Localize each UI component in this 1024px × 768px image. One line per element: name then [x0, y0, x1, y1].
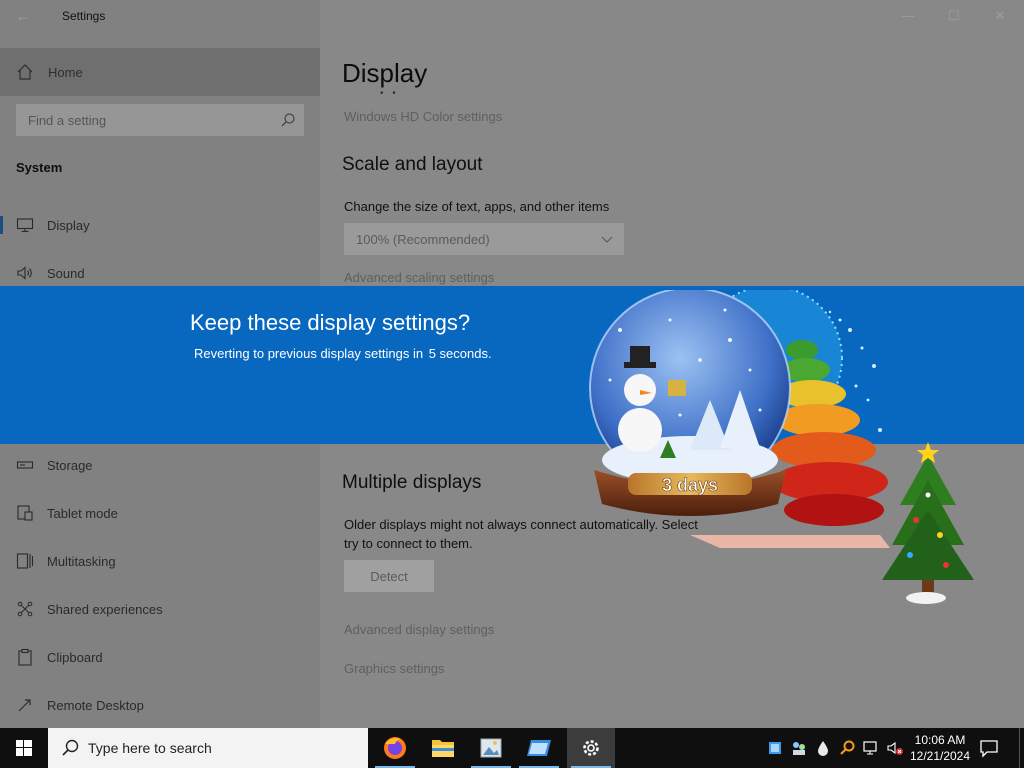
network-people-icon[interactable] — [790, 739, 808, 757]
tablet-mode-icon — [17, 505, 33, 521]
christmas-tree-decoration — [882, 442, 974, 604]
back-arrow-icon[interactable]: ← — [12, 6, 34, 28]
settings-gear-icon — [583, 740, 599, 756]
close-button[interactable]: ✕ — [980, 4, 1020, 28]
sidebar-item-label: Multitasking — [47, 554, 116, 569]
storage-icon — [16, 461, 34, 469]
advanced-scaling-link[interactable]: Advanced scaling settings — [344, 270, 494, 285]
countdown-label: 3 days — [662, 475, 718, 495]
show-desktop-button[interactable] — [1019, 728, 1024, 768]
system-clock[interactable]: 10:06 AM 12/21/2024 — [908, 732, 972, 764]
scale-dropdown-value: 100% (Recommended) — [356, 232, 490, 247]
clock-date: 12/21/2024 — [909, 749, 971, 763]
sidebar-item-label: Storage — [47, 458, 93, 473]
home-label: Home — [48, 65, 83, 80]
window-title: Settings — [62, 9, 106, 23]
start-button[interactable] — [0, 728, 48, 768]
taskbar-firefox[interactable] — [371, 728, 419, 768]
chevron-down-icon — [601, 236, 613, 243]
sidebar-item-label: Sound — [47, 266, 85, 281]
sidebar-item-label: Remote Desktop — [47, 698, 144, 713]
sidebar-item-tablet-mode[interactable]: Tablet mode — [0, 489, 320, 537]
search-icon — [62, 739, 79, 756]
sidebar-item-label: Tablet mode — [47, 506, 118, 521]
detect-button-label: Detect — [370, 569, 408, 584]
taskbar-settings[interactable] — [567, 728, 615, 768]
tray-app-icon[interactable] — [766, 739, 784, 757]
scroll-dots: • • — [380, 88, 399, 99]
notification-center-icon[interactable] — [978, 738, 1000, 758]
sidebar-item-storage[interactable]: Storage — [0, 441, 320, 489]
search-icon — [281, 113, 295, 127]
dialog-message-text: Reverting to previous display settings i… — [194, 346, 424, 361]
sidebar-item-label: Shared experiences — [47, 602, 163, 617]
taskbar-search-placeholder: Type here to search — [88, 740, 212, 756]
volume-muted-icon[interactable] — [886, 739, 904, 757]
taskbar-file-explorer[interactable] — [419, 728, 467, 768]
multiple-displays-heading: Multiple displays — [342, 472, 482, 493]
shared-experiences-icon — [17, 601, 33, 617]
detect-button[interactable]: Detect — [344, 560, 434, 592]
firefox-icon — [384, 737, 406, 759]
taskbar-window-app[interactable] — [515, 728, 563, 768]
sidebar-item-label: Clipboard — [47, 650, 103, 665]
sidebar-item-home[interactable]: Home — [0, 48, 320, 96]
taskbar-photos-app[interactable] — [467, 728, 515, 768]
scale-dropdown[interactable]: 100% (Recommended) — [344, 223, 624, 255]
sidebar-item-multitasking[interactable]: Multitasking — [0, 537, 320, 585]
monitor-icon — [16, 218, 34, 233]
window-app-icon — [527, 740, 551, 756]
advanced-display-settings-link[interactable]: Advanced display settings — [344, 622, 494, 637]
water-drop-icon[interactable] — [814, 739, 832, 757]
multiple-displays-desc-line2: try to connect to them. — [344, 536, 473, 551]
find-setting-input[interactable]: Find a setting — [16, 104, 304, 136]
clock-time: 10:06 AM — [914, 733, 966, 747]
countdown-seconds: 5 seconds. — [428, 346, 492, 361]
network-icon[interactable] — [862, 739, 880, 757]
scale-description: Change the size of text, apps, and other… — [344, 199, 610, 214]
dialog-title: Keep these display settings? — [190, 310, 471, 335]
taskbar: Type here to search 10:06 AM 12/21/2024 — [0, 728, 1024, 768]
group-title-system: System — [16, 160, 63, 175]
clipboard-icon — [18, 648, 32, 666]
remote-desktop-icon — [18, 699, 31, 712]
maximize-button[interactable]: ☐ — [934, 4, 974, 28]
dialog-message: Reverting to previous display settings i… — [192, 346, 492, 361]
speaker-icon — [17, 266, 32, 280]
minimize-button[interactable]: — — [888, 4, 928, 28]
scale-layout-heading: Scale and layout — [342, 154, 483, 175]
christmas-countdown-widget[interactable]: 3 days — [580, 285, 980, 610]
sidebar-item-label: Display — [47, 218, 90, 233]
home-icon — [17, 64, 33, 80]
sidebar-item-remote-desktop[interactable]: Remote Desktop — [0, 681, 320, 729]
graphics-settings-link[interactable]: Graphics settings — [344, 661, 444, 676]
photos-icon — [480, 738, 502, 758]
sidebar-item-display[interactable]: Display — [0, 201, 320, 249]
find-setting-placeholder: Find a setting — [28, 113, 107, 128]
sidebar-item-clipboard[interactable]: Clipboard — [0, 633, 320, 681]
file-explorer-icon — [432, 740, 454, 757]
sidebar-item-shared-experiences[interactable]: Shared experiences — [0, 585, 320, 633]
taskbar-search-box[interactable]: Type here to search — [48, 728, 368, 768]
multitasking-icon — [16, 553, 34, 569]
hd-color-settings-link[interactable]: Windows HD Color settings — [344, 109, 502, 124]
windows-logo-icon — [16, 740, 32, 756]
key-search-icon[interactable] — [838, 739, 856, 757]
selection-indicator — [0, 216, 3, 234]
page-title: Display — [342, 58, 428, 88]
